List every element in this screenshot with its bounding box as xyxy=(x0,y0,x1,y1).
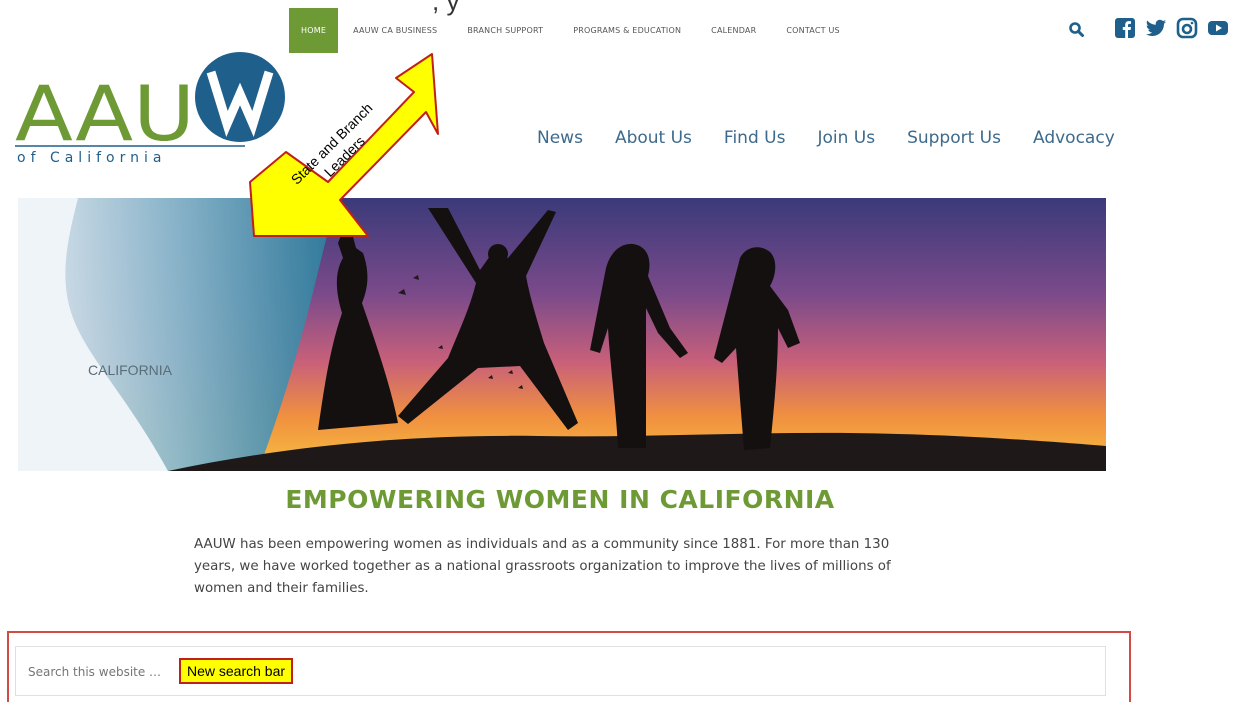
top-nav-contact-us[interactable]: CONTACT US xyxy=(771,8,854,53)
top-nav-calendar[interactable]: CALENDAR xyxy=(696,8,771,53)
top-nav-home[interactable]: HOME xyxy=(289,8,339,53)
top-nav-aauw-ca-business[interactable]: AAUW CA BUSINESS xyxy=(338,8,452,53)
main-nav-find-us[interactable]: Find Us xyxy=(708,128,802,148)
annotation-arrow: State and Branch Leaders xyxy=(249,53,439,237)
social-icons xyxy=(1114,17,1229,44)
main-nav-join-us[interactable]: Join Us xyxy=(801,128,891,148)
hero-banner: CALIFORNIA xyxy=(18,198,1106,471)
instagram-icon[interactable] xyxy=(1176,17,1198,44)
main-nav-about-us[interactable]: About Us xyxy=(599,128,708,148)
facebook-icon[interactable] xyxy=(1114,17,1136,44)
main-nav-advocacy[interactable]: Advocacy xyxy=(1017,128,1131,148)
youtube-icon[interactable] xyxy=(1207,17,1229,44)
top-nav-programs-education[interactable]: PROGRAMS & EDUCATION xyxy=(558,8,696,53)
logo-subtitle: of California xyxy=(17,150,166,166)
main-nav-support-us[interactable]: Support Us xyxy=(891,128,1017,148)
search-icon[interactable] xyxy=(1068,21,1086,39)
search-callout: New search bar xyxy=(179,658,294,684)
hero-map-label: CALIFORNIA xyxy=(88,362,173,378)
main-nav: News About Us Find Us Join Us Support Us… xyxy=(521,128,1131,148)
twitter-icon[interactable] xyxy=(1145,17,1167,44)
main-nav-news[interactable]: News xyxy=(521,128,599,148)
search-input[interactable] xyxy=(16,647,190,697)
page-heading: EMPOWERING WOMEN IN CALIFORNIA xyxy=(285,485,835,514)
top-nav-branch-support[interactable]: BRANCH SUPPORT xyxy=(452,8,558,53)
top-nav: HOME AAUW CA BUSINESS BRANCH SUPPORT PRO… xyxy=(289,8,855,53)
intro-paragraph: AAUW has been empowering women as indivi… xyxy=(194,537,891,596)
logo-letters: AAU xyxy=(15,69,195,158)
